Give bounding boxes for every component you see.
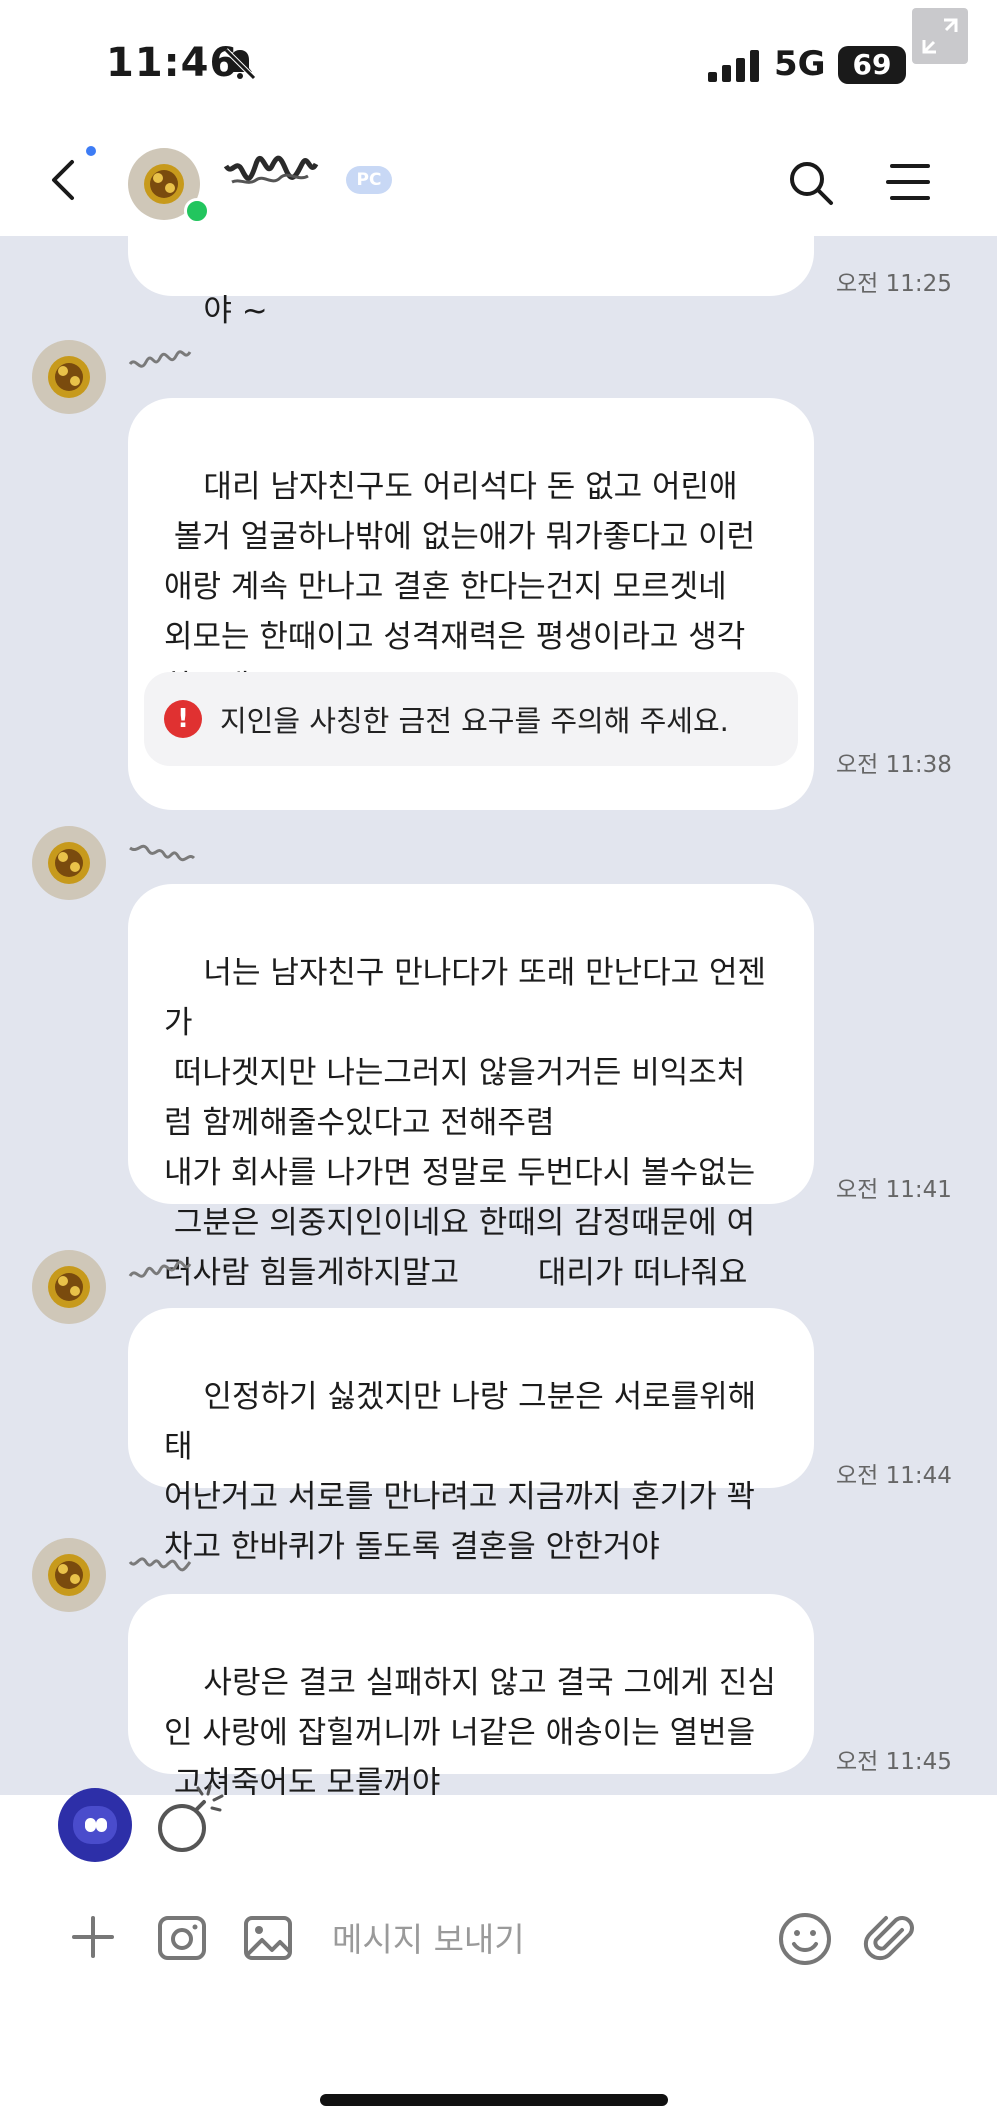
sender-avatar[interactable] xyxy=(32,1250,106,1324)
warning-icon: ! xyxy=(164,700,202,738)
warning-notice: ! 지인을 사칭한 금전 요구를 주의해 주세요. xyxy=(144,672,798,766)
sender-name-redacted xyxy=(128,1557,192,1572)
warning-text: 지인을 사칭한 금전 요구를 주의해 주세요. xyxy=(220,704,729,738)
bell-off-icon xyxy=(224,48,256,80)
message-text: 야 ~ xyxy=(203,293,268,329)
sender-avatar[interactable] xyxy=(32,826,106,900)
sender-name-redacted xyxy=(128,350,192,368)
message-bubble[interactable]: 야 ~ xyxy=(128,236,814,329)
message-time: 오전 11:44 xyxy=(836,1463,952,1489)
signal-icon xyxy=(708,50,759,82)
message-input[interactable] xyxy=(330,1910,754,1968)
status-time: 11:46 xyxy=(106,40,239,86)
online-status-dot xyxy=(184,198,210,224)
status-bar: 11:46 5G 69 xyxy=(0,0,997,120)
expand-icon[interactable] xyxy=(912,8,968,64)
sender-name-redacted xyxy=(129,844,196,862)
sender-name-redacted xyxy=(128,1260,192,1278)
message-text: 대리 남자친구도 어리석다 돈 없고 어린애 볼거 얼굴하나밖에 없는애가 뭐가… xyxy=(164,469,756,705)
chat-title-redacted xyxy=(223,155,319,184)
message-bubble[interactable]: 인정하기 싫겠지만 나랑 그분은 서로를위해 태 어난거고 서로를 만나려고 지… xyxy=(128,1308,814,1565)
back-button[interactable] xyxy=(44,156,84,204)
bomb-icon[interactable] xyxy=(150,1780,230,1860)
pc-badge: PC xyxy=(346,166,392,194)
bottom-safe-area xyxy=(0,1998,997,2119)
message-bubble[interactable]: 너는 남자친구 만나다가 또래 만난다고 언젠가 떠나겟지만 나는그러지 않을거… xyxy=(128,884,814,1291)
emoji-icon[interactable] xyxy=(776,1910,834,1968)
paperclip-icon[interactable] xyxy=(862,1910,920,1968)
message-bubble[interactable]: 사랑은 결코 실패하지 않고 결국 그에게 진심 인 사랑에 잡힐꺼니까 너같은… xyxy=(128,1594,814,1795)
sender-avatar[interactable] xyxy=(32,1538,106,1612)
unread-dot xyxy=(86,146,96,156)
home-indicator[interactable] xyxy=(320,2094,668,2106)
message-text: 너는 남자친구 만나다가 또래 만난다고 언젠가 떠나겟지만 나는그러지 않을거… xyxy=(164,955,767,1291)
menu-icon[interactable] xyxy=(884,160,932,204)
bot-avatar[interactable] xyxy=(58,1788,132,1862)
camera-icon[interactable] xyxy=(156,1912,208,1964)
chat-area[interactable]: 야 ~ 오전 11:25 대리 남자친구도 어리석다 돈 없고 어린애 볼거 얼… xyxy=(0,236,997,1795)
message-text: 인정하기 싫겠지만 나랑 그분은 서로를위해 태 어난거고 서로를 만나려고 지… xyxy=(164,1379,757,1565)
message-time: 오전 11:25 xyxy=(836,271,952,297)
message-time: 오전 11:41 xyxy=(836,1177,952,1203)
chat-header: PC xyxy=(0,120,997,236)
sender-avatar[interactable] xyxy=(32,340,106,414)
message-text: 사랑은 결코 실패하지 않고 결국 그에게 진심 인 사랑에 잡힐꺼니까 너같은… xyxy=(164,1665,776,1795)
message-time: 오전 11:38 xyxy=(836,752,952,778)
message-input-bar xyxy=(34,1878,954,1998)
plus-icon[interactable] xyxy=(68,1912,118,1962)
search-icon[interactable] xyxy=(786,158,836,208)
battery-indicator: 69 xyxy=(838,46,906,84)
message-time: 오전 11:45 xyxy=(836,1749,952,1775)
image-icon[interactable] xyxy=(242,1912,294,1964)
network-type: 5G xyxy=(774,44,826,84)
